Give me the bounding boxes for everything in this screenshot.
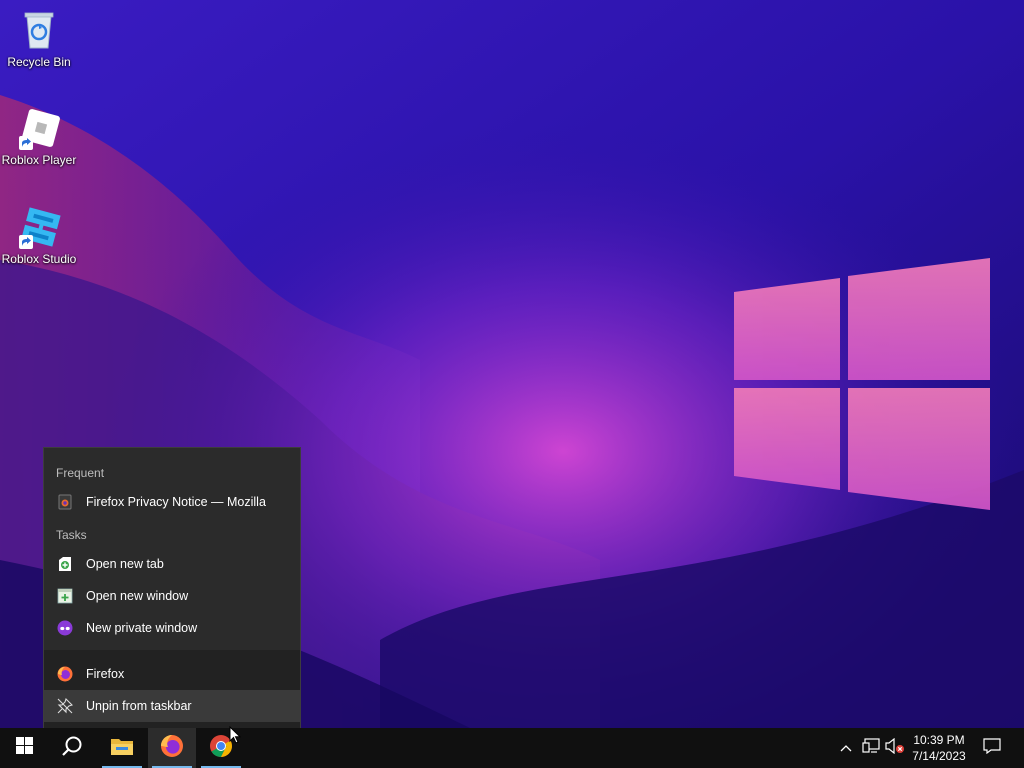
jumplist-item-privacy-notice[interactable]: Firefox Privacy Notice — Mozilla [44,486,300,518]
roblox-player-icon [17,106,61,150]
jumplist-item-firefox[interactable]: Firefox [44,658,300,690]
show-hidden-icons-button[interactable] [836,728,856,768]
firefox-jump-list: Frequent Firefox Privacy Notice — Mozill… [43,447,301,729]
desktop-icon-label: Roblox Studio [1,252,77,266]
jumplist-item-open-new-tab[interactable]: Open new tab [44,548,300,580]
desktop-icon-label: Roblox Player [1,153,77,167]
jumplist-item-label: Firefox Privacy Notice — Mozilla [86,495,266,509]
folder-icon [110,736,134,761]
clock-time: 10:39 PM [913,733,965,747]
taskbar: 10:39 PM 7/14/2023 [0,725,1024,768]
frequent-header: Frequent [56,466,105,480]
shortcut-arrow-icon [19,136,33,150]
shortcut-arrow-icon [19,235,33,249]
jumplist-item-label: Firefox [86,667,125,681]
jumplist-item-new-private-window[interactable]: New private window [44,612,300,644]
network-button[interactable] [860,728,882,768]
desktop-icon-roblox-studio[interactable]: Roblox Studio [0,205,78,266]
mouse-cursor [229,725,242,749]
desktop-icon-roblox-player[interactable]: Roblox Player [0,106,78,167]
unpin-icon [57,698,73,714]
jumplist-item-label: New private window [86,621,198,635]
taskbar-firefox[interactable] [148,728,196,768]
notification-icon [983,737,1001,759]
new-tab-icon [57,556,73,572]
windows-logo-icon [15,737,33,759]
search-button[interactable] [48,728,96,768]
jumplist-item-label: Open new window [86,589,189,603]
jumplist-item-label: Unpin from taskbar [86,699,192,713]
tasks-header: Tasks [56,528,87,542]
start-button[interactable] [0,728,48,768]
firefox-icon [57,666,73,682]
clock-date: 7/14/2023 [912,749,966,763]
firefox-icon [160,734,184,763]
desktop-icon-label: Recycle Bin [7,55,71,69]
jumplist-item-open-new-window[interactable]: Open new window [44,580,300,612]
jumplist-item-label: Open new tab [86,557,164,571]
jumplist-item-unpin[interactable]: Unpin from taskbar [44,690,300,722]
firefox-page-icon [57,494,73,510]
taskbar-clock[interactable]: 10:39 PM 7/14/2023 [900,728,978,768]
jumplist-app-section: Firefox Unpin from taskbar [44,650,300,729]
recycle-bin-icon [17,8,61,52]
new-window-icon [57,588,73,604]
taskbar-file-explorer[interactable] [98,728,146,768]
private-mask-icon [57,620,73,636]
desktop-icon-recycle-bin[interactable]: Recycle Bin [0,8,78,69]
chevron-up-icon [840,739,852,757]
action-center-button[interactable] [978,728,1006,768]
desktop: Recycle Bin Roblox Player Roblox Studio … [0,0,1024,768]
search-icon [61,735,83,762]
roblox-studio-icon [17,205,61,249]
network-icon [862,737,880,759]
